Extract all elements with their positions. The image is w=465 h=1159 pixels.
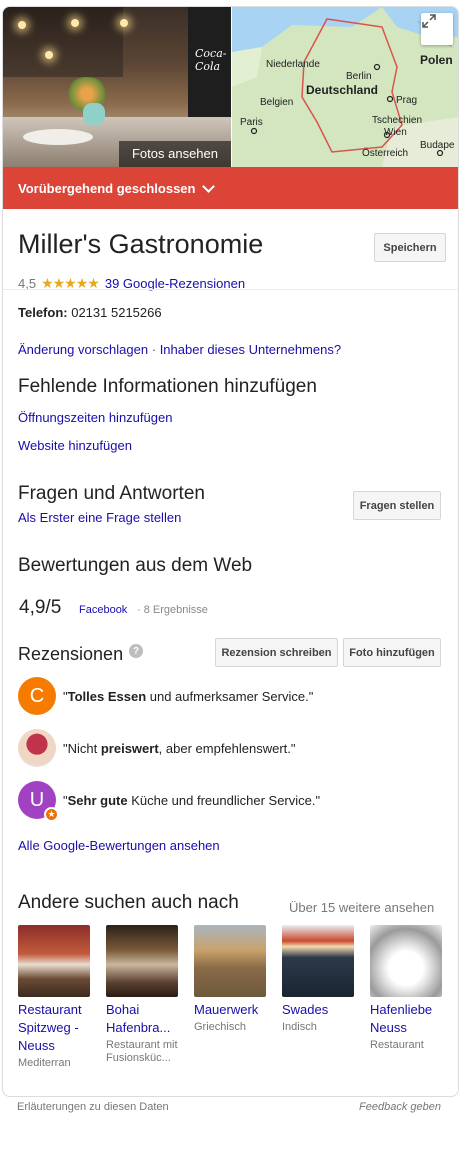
map-label-polen: Polen <box>420 53 453 67</box>
place-name: Swades <box>282 1002 329 1017</box>
temporarily-closed-label: Vorübergehend geschlossen <box>18 180 196 196</box>
review-snippet[interactable]: U ★ "Sehr gute Küche und freundlicher Se… <box>18 781 320 822</box>
web-reviews-heading: Bewertungen aus dem Web <box>18 555 253 576</box>
map-label-paris: Paris <box>240 117 263 128</box>
local-guide-badge-icon: ★ <box>44 807 59 822</box>
owner-link[interactable]: Inhaber dieses Unternehmens? <box>160 342 341 357</box>
phone-number[interactable]: 02131 5215266 <box>71 305 161 320</box>
place-photo <box>106 925 178 997</box>
place-photo <box>194 925 266 997</box>
photo-lamp <box>120 19 128 27</box>
place-name: Mauerwerk <box>194 1002 259 1017</box>
reviews-heading: Rezensionen <box>18 644 124 664</box>
save-button[interactable]: Speichern <box>374 233 446 262</box>
also-search-heading: Andere suchen auch nach <box>18 892 239 913</box>
feedback-link[interactable]: Feedback geben <box>359 1101 441 1113</box>
write-review-button[interactable]: Rezension schreiben <box>215 638 338 667</box>
add-photo-button[interactable]: Foto hinzufügen <box>343 638 441 667</box>
avatar-initial: U <box>29 788 45 811</box>
map-label-tschechien: Tschechien <box>372 115 423 126</box>
suggest-edit-link[interactable]: Änderung vorschlagen <box>18 342 148 357</box>
review-rest: und aufmerksamer Service." <box>146 688 314 704</box>
related-place[interactable]: Bohai Hafenbra... Restaurant mit Fusions… <box>106 925 182 1065</box>
photo-plate <box>23 129 93 145</box>
avatar <box>18 729 56 767</box>
place-name: Restaurant Spitzweg - Neuss <box>18 1002 82 1053</box>
place-photo <box>282 925 354 997</box>
map-label-prag: Prag <box>396 95 418 106</box>
map-label-niederlande: Niederlande <box>266 59 320 70</box>
phone-row: Telefon: 02131 5215266 <box>18 305 162 320</box>
place-name: Bohai Hafenbra... <box>106 1002 171 1035</box>
related-place[interactable]: Mauerwerk Griechisch <box>194 925 270 1034</box>
coca-cola-sign: Coca-Cola <box>195 47 227 73</box>
place-category: Restaurant <box>370 1039 424 1051</box>
place-category: Restaurant mit Fusionsküc... <box>106 1039 178 1064</box>
facebook-link[interactable]: Facebook <box>79 604 127 616</box>
related-place[interactable]: Hafenliebe Neuss Restaurant <box>370 925 446 1052</box>
separator: · <box>151 342 157 357</box>
divider <box>3 289 458 290</box>
place-photo <box>18 925 90 997</box>
map-label-belgien: Belgien <box>260 97 294 108</box>
knowledge-panel: Coca-Cola Fotos ansehen Niederlande Pole… <box>2 6 459 1097</box>
web-review-count: · 8 Ergebnisse <box>137 604 208 616</box>
map-label-wien: Wien <box>384 127 407 138</box>
data-explanations-link[interactable]: Erläuterungen zu diesen Daten <box>17 1101 169 1113</box>
phone-label: Telefon: <box>18 305 68 320</box>
temporarily-closed-banner[interactable]: Vorübergehend geschlossen <box>3 167 458 209</box>
place-category: Griechisch <box>194 1021 246 1033</box>
help-icon[interactable]: ? <box>129 644 143 658</box>
review-highlight: Tolles Essen <box>67 688 147 704</box>
review-snippet[interactable]: "Nicht preiswert, aber empfehlenswert." <box>18 729 296 767</box>
map-label-oesterreich: Österreich <box>362 148 409 159</box>
related-place[interactable]: Restaurant Spitzweg - Neuss Mediterran <box>18 925 94 1070</box>
photo-thumbnail[interactable]: Coca-Cola Fotos ansehen <box>3 7 231 167</box>
map-thumbnail[interactable]: Niederlande Polen Berlin Deutschland Bel… <box>232 7 458 167</box>
place-name: Hafenliebe Neuss <box>370 1002 433 1035</box>
business-name: Miller's Gastronomie <box>18 229 264 259</box>
photo-shelf <box>3 7 123 77</box>
review-quote: "Nicht <box>63 740 101 756</box>
review-snippet[interactable]: C "Tolles Essen und aufmerksamer Service… <box>18 677 313 715</box>
review-text: "Sehr gute Küche und freundlicher Servic… <box>63 793 320 808</box>
place-category: Mediterran <box>18 1057 71 1069</box>
review-highlight: preiswert <box>100 740 159 756</box>
web-review-score: 4,9/5 <box>19 597 62 618</box>
qa-heading: Fragen und Antworten <box>18 483 205 504</box>
chevron-down-icon <box>202 179 216 193</box>
map-label-berlin: Berlin <box>346 71 372 82</box>
place-category: Indisch <box>282 1021 317 1033</box>
add-hours-link[interactable]: Öffnungszeiten hinzufügen <box>18 410 172 425</box>
expand-map-button[interactable] <box>421 13 453 45</box>
all-reviews-link[interactable]: Alle Google-Bewertungen ansehen <box>18 838 220 853</box>
review-rest: , aber empfehlenswert." <box>158 740 296 756</box>
review-highlight: Sehr gute <box>67 792 128 808</box>
review-text: "Nicht preiswert, aber empfehlenswert." <box>63 741 296 756</box>
review-rest: Küche und freundlicher Service." <box>127 792 321 808</box>
photo-lamp <box>45 51 53 59</box>
first-question-link[interactable]: Als Erster eine Frage stellen <box>18 510 181 525</box>
related-place[interactable]: Swades Indisch <box>282 925 358 1034</box>
view-photos-button[interactable]: Fotos ansehen <box>119 141 231 167</box>
avatar: U ★ <box>18 781 59 822</box>
add-website-link[interactable]: Website hinzufügen <box>18 438 132 453</box>
photo-lamp <box>71 19 79 27</box>
see-more-link[interactable]: Über 15 weitere ansehen <box>289 900 434 915</box>
photo-lamp <box>18 21 26 29</box>
map-label-deutschland: Deutschland <box>306 83 379 97</box>
missing-info-heading: Fehlende Informationen hinzufügen <box>18 376 317 397</box>
edit-links: Änderung vorschlagen · Inhaber dieses Un… <box>18 342 341 357</box>
review-text: "Tolles Essen und aufmerksamer Service." <box>63 689 313 704</box>
expand-icon <box>422 14 436 28</box>
photo-vase <box>83 103 105 125</box>
avatar: C <box>18 677 56 715</box>
place-photo <box>370 925 442 997</box>
ask-question-button[interactable]: Fragen stellen <box>353 491 441 520</box>
map-label-budapest: Budape <box>420 140 455 151</box>
